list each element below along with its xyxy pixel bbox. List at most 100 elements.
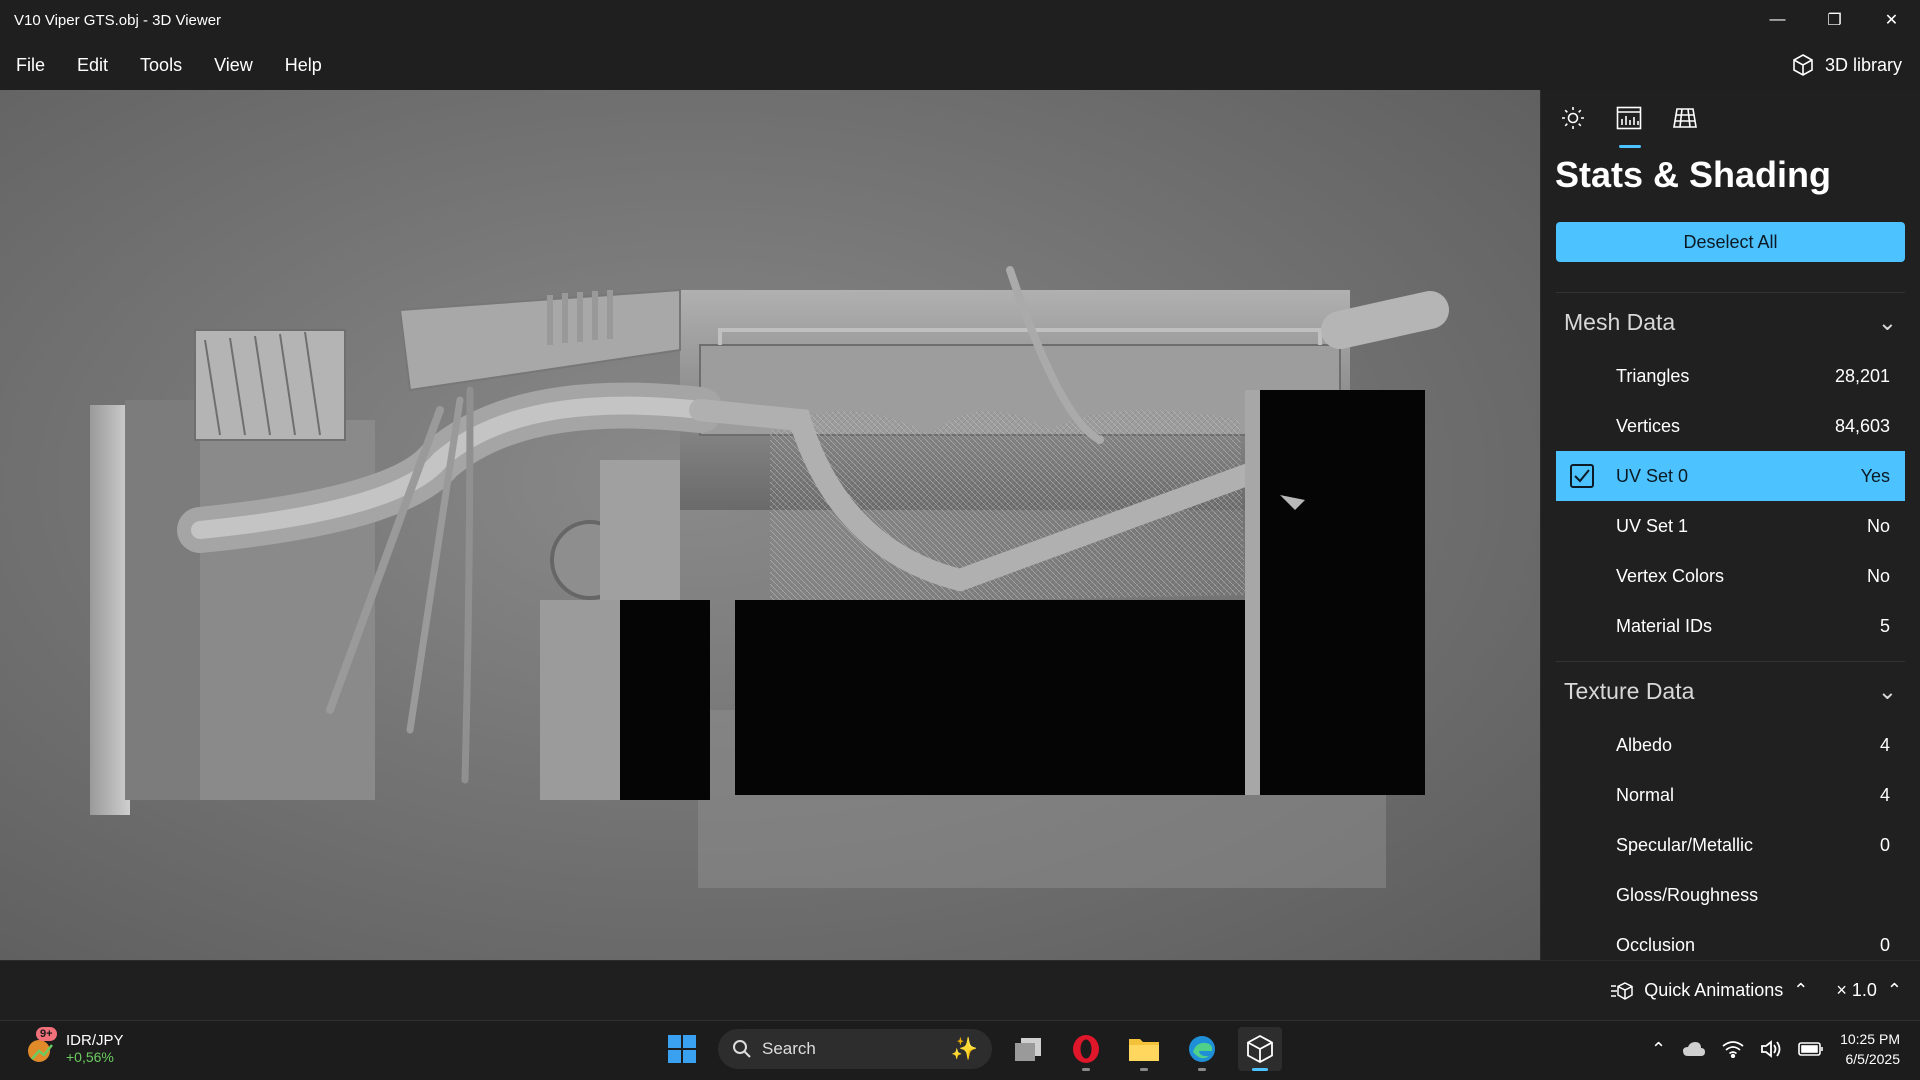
menu-tools[interactable]: Tools <box>124 40 198 90</box>
taskbar: 9+ IDR/JPY +0,56% Search ✨ ⌃ 10:25 PM 6/… <box>0 1020 1920 1080</box>
stat-label: Triangles <box>1616 365 1690 386</box>
tab-grid[interactable] <box>1667 106 1703 148</box>
stat-row-uv-set-0[interactable]: UV Set 0 Yes <box>1556 451 1905 501</box>
3d-library-button[interactable]: 3D library <box>1791 53 1920 77</box>
sun-icon <box>1562 107 1584 129</box>
search-icon <box>733 1040 751 1058</box>
quick-animations-button[interactable]: Quick Animations ⌃ <box>1610 980 1808 1001</box>
stat-value: 0 <box>1879 834 1890 855</box>
stat-row-uv-set-1[interactable]: UV Set 1 No <box>1556 501 1905 551</box>
chevron-down-icon: ⌄ <box>1877 308 1897 335</box>
menu-view[interactable]: View <box>198 40 269 90</box>
3d-library-label: 3D library <box>1824 54 1902 75</box>
animation-bar: Quick Animations ⌃ × 1.0 ⌃ <box>0 960 1920 1020</box>
stat-value: No <box>1866 565 1890 586</box>
stat-label: Occlusion <box>1616 934 1696 955</box>
stat-value: 0 <box>1879 934 1890 955</box>
title-bar: V10 Viper GTS.obj - 3D Viewer — ❐ ✕ <box>0 0 1920 40</box>
tab-stats[interactable] <box>1611 106 1647 148</box>
stat-value: No <box>1866 515 1890 536</box>
stat-row-normal[interactable]: Normal 4 <box>1556 770 1905 820</box>
stat-value: 4 <box>1879 734 1890 755</box>
start-button[interactable] <box>660 1027 704 1071</box>
menu-help[interactable]: Help <box>269 40 338 90</box>
clock[interactable]: 10:25 PM 6/5/2025 <box>1840 1029 1900 1069</box>
tab-lighting[interactable] <box>1555 106 1591 148</box>
ticker-name: IDR/JPY <box>66 1031 124 1049</box>
mesh-data-heading: Mesh Data <box>1564 308 1676 335</box>
stat-value: 5 <box>1879 615 1890 636</box>
stat-label: Normal <box>1616 784 1675 805</box>
checkbox-checked-icon[interactable] <box>1570 464 1594 488</box>
panel-title: Stats & Shading <box>1555 154 1832 195</box>
stat-row-specular-metallic[interactable]: Specular/Metallic 0 <box>1556 820 1905 870</box>
ticker-change: +0,56% <box>66 1048 114 1065</box>
stats-shading-panel: Stats & Shading Deselect All Mesh Data ⌄… <box>1540 90 1920 960</box>
texture-data-section: Texture Data ⌄ Albedo 4 Normal 4 Specula… <box>1556 661 1905 960</box>
minimize-button[interactable]: — <box>1749 0 1806 40</box>
edge-app[interactable] <box>1180 1027 1224 1071</box>
texture-data-heading: Texture Data <box>1564 677 1695 704</box>
playback-speed-label: × 1.0 <box>1836 980 1877 1000</box>
restore-button[interactable]: ❐ <box>1806 0 1863 40</box>
windows-logo-icon <box>668 1035 696 1063</box>
quick-animations-label: Quick Animations <box>1644 980 1784 1000</box>
3d-viewport[interactable] <box>0 90 1540 960</box>
stat-value: 4 <box>1879 784 1890 805</box>
edge-icon <box>1189 1036 1215 1062</box>
stat-row-vertex-colors[interactable]: Vertex Colors No <box>1556 551 1905 601</box>
stat-label: UV Set 0 <box>1616 465 1689 486</box>
stat-label: Specular/Metallic <box>1616 834 1754 855</box>
opera-app[interactable] <box>1064 1027 1108 1071</box>
stat-label: Material IDs <box>1616 615 1713 636</box>
stat-row-albedo[interactable]: Albedo 4 <box>1556 720 1905 770</box>
clock-time: 10:25 PM <box>1840 1031 1900 1047</box>
chevron-down-icon: ⌄ <box>1877 677 1897 704</box>
texture-data-header[interactable]: Texture Data ⌄ <box>1556 662 1905 720</box>
menu-bar: File Edit Tools View Help 3D library <box>0 40 1920 90</box>
mesh-data-section: Mesh Data ⌄ Triangles 28,201 Vertices 84… <box>1556 292 1905 651</box>
stat-label: Gloss/Roughness <box>1616 884 1759 905</box>
chevron-up-icon[interactable]: ⌃ <box>1651 1039 1666 1060</box>
stat-label: Vertex Colors <box>1616 565 1725 586</box>
stat-value: 28,201 <box>1834 365 1890 386</box>
window-title: V10 Viper GTS.obj - 3D Viewer <box>14 11 222 29</box>
running-indicator <box>1198 1068 1206 1071</box>
wifi-icon[interactable] <box>1722 1040 1744 1058</box>
stat-label: Vertices <box>1616 415 1681 436</box>
3d-viewer-app[interactable] <box>1238 1027 1282 1071</box>
onedrive-cloud-icon[interactable] <box>1682 1040 1706 1058</box>
playback-speed-button[interactable]: × 1.0 ⌃ <box>1836 980 1902 1001</box>
grid-icon <box>1673 108 1697 128</box>
3d-viewer-icon <box>1247 1034 1273 1064</box>
stat-row-triangles[interactable]: Triangles 28,201 <box>1556 351 1905 401</box>
running-indicator <box>1140 1068 1148 1071</box>
volume-icon[interactable] <box>1760 1040 1782 1058</box>
panel-tabs <box>1541 90 1920 148</box>
copilot-sparkle-icon: ✨ <box>950 1036 978 1061</box>
stat-row-occlusion[interactable]: Occlusion 0 <box>1556 920 1905 960</box>
battery-icon[interactable] <box>1798 1041 1824 1057</box>
animation-cube-icon <box>1611 981 1633 1000</box>
cube-icon <box>1793 54 1813 76</box>
taskbar-search[interactable]: Search ✨ <box>718 1029 992 1069</box>
file-explorer-app[interactable] <box>1122 1027 1166 1071</box>
close-button[interactable]: ✕ <box>1863 0 1920 40</box>
opera-icon <box>1073 1035 1099 1063</box>
menu-file[interactable]: File <box>0 40 61 90</box>
menu-edit[interactable]: Edit <box>61 40 124 90</box>
deselect-all-button[interactable]: Deselect All <box>1556 222 1905 262</box>
mesh-data-header[interactable]: Mesh Data ⌄ <box>1556 293 1905 351</box>
stat-label: UV Set 1 <box>1616 515 1689 536</box>
task-view-icon <box>1015 1038 1041 1061</box>
engine-model <box>90 266 1449 888</box>
task-view-button[interactable] <box>1006 1027 1050 1071</box>
stat-row-vertices[interactable]: Vertices 84,603 <box>1556 401 1905 451</box>
stat-row-material-ids[interactable]: Material IDs 5 <box>1556 601 1905 651</box>
stat-row-gloss-roughness[interactable]: Gloss/Roughness <box>1556 870 1905 920</box>
running-indicator <box>1082 1068 1090 1071</box>
stats-chart-icon <box>1616 106 1642 130</box>
stock-ticker-widget[interactable]: 9+ IDR/JPY +0,56% <box>22 1027 124 1065</box>
system-tray: ⌃ 10:25 PM 6/5/2025 <box>1651 1029 1900 1069</box>
clock-date: 6/5/2025 <box>1845 1051 1901 1067</box>
